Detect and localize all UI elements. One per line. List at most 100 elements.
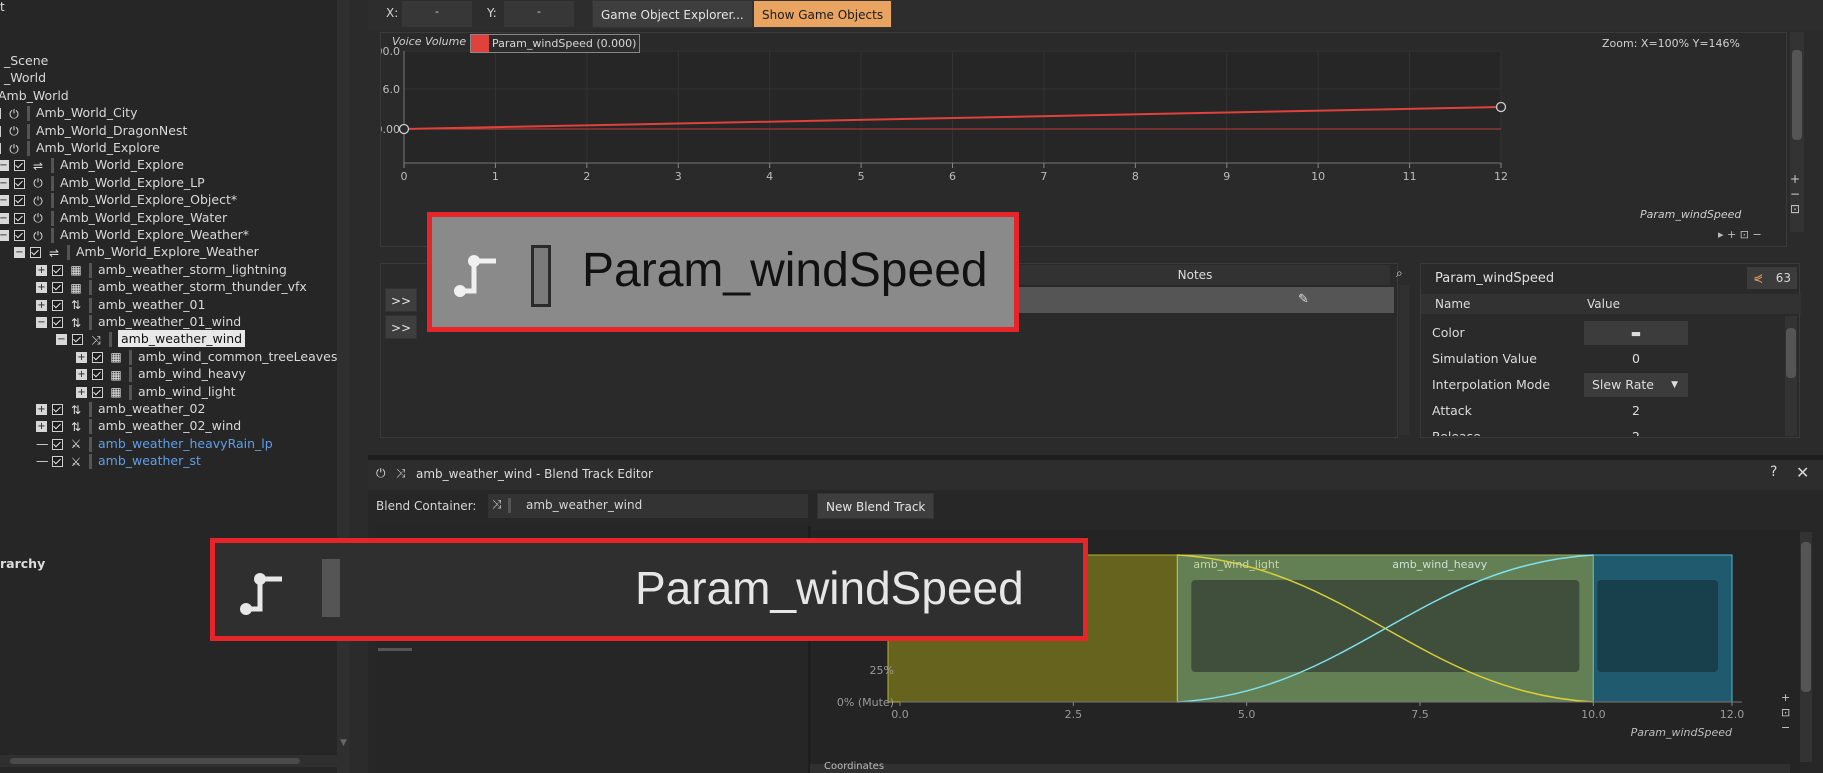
checkbox[interactable] (0, 143, 1, 154)
y-field[interactable]: - (504, 1, 574, 27)
expand-toggle-icon[interactable]: + (36, 264, 47, 276)
checkbox[interactable] (14, 212, 25, 224)
blend-vscroll[interactable] (1800, 532, 1812, 762)
expand-toggle-icon[interactable]: + (76, 351, 87, 363)
graph-vscroll-thumb[interactable] (1792, 50, 1802, 140)
blend-vscroll-thumb[interactable] (1801, 542, 1811, 692)
blend-fit-icon[interactable]: ⊡ (1781, 705, 1790, 720)
checkbox[interactable] (52, 456, 63, 468)
graph-hscroll-controls[interactable]: ▸ + ⊡ − (1718, 228, 1762, 241)
expand-row-button-1[interactable]: >> (385, 288, 417, 312)
expand-toggle-icon[interactable]: + (76, 386, 87, 398)
x-tick-label: 4 (766, 170, 773, 183)
zoom-readout: Zoom: X=100% Y=146% (1602, 37, 1740, 50)
color-bar (129, 367, 132, 383)
checkbox[interactable] (52, 299, 63, 311)
checkbox[interactable] (14, 177, 25, 189)
expand-toggle-icon[interactable]: − (0, 212, 9, 224)
blend-container-field[interactable]: ⤨ amb_weather_wind (488, 494, 808, 518)
control-point[interactable] (398, 123, 410, 135)
checkbox[interactable] (52, 282, 63, 294)
expand-toggle-icon[interactable]: − (56, 334, 67, 346)
release-field[interactable]: 2 (1584, 425, 1688, 436)
edit-notes-icon[interactable]: ✎ (1298, 292, 1309, 307)
coordinates-label: Coordinates (824, 761, 885, 772)
y-tick-label: 25% (870, 664, 894, 677)
expand-toggle-icon[interactable]: + (36, 421, 47, 433)
control-point[interactable] (1495, 101, 1507, 113)
scroll-down-icon[interactable]: ▼ (340, 738, 348, 748)
expand-toggle-icon[interactable]: + (76, 369, 87, 381)
checkbox[interactable] (52, 264, 63, 276)
zoom-out-icon[interactable]: − (1790, 187, 1800, 202)
references-button[interactable]: ⋞ 63 (1747, 267, 1797, 289)
graph-zoom-controls[interactable]: + − ⊡ (1790, 172, 1800, 217)
properties-vscroll-thumb[interactable] (1786, 328, 1796, 378)
checkbox[interactable] (72, 334, 83, 346)
param-tag[interactable]: Param_windSpeed (0.000) (470, 34, 640, 53)
expand-toggle-icon[interactable]: − (0, 160, 9, 172)
expand-toggle-icon[interactable]: − (14, 247, 25, 259)
expand-toggle-icon[interactable]: + (36, 282, 47, 294)
properties-vscroll[interactable] (1785, 316, 1797, 436)
h-zoom-out-icon[interactable]: − (1752, 228, 1761, 241)
x-tick-label: 12.0 (1720, 708, 1745, 721)
expand-row-button-2[interactable]: >> (385, 315, 417, 339)
h-fit-icon[interactable]: ⊡ (1740, 228, 1749, 241)
scroll-right-icon[interactable]: ▸ (1718, 228, 1724, 241)
color-bar (89, 436, 92, 452)
expand-toggle-icon[interactable]: + (36, 299, 47, 311)
blend-zoom-controls[interactable]: + ⊡ − (1781, 690, 1790, 735)
x-field[interactable]: - (402, 1, 472, 27)
checkbox[interactable] (52, 438, 63, 450)
simulation-value-field[interactable]: 0 (1584, 347, 1688, 371)
expand-toggle-icon[interactable]: − (36, 317, 47, 328)
track-light-label: amb_wind_light (1193, 558, 1280, 571)
checkbox[interactable] (52, 404, 63, 415)
rtpc-list-vscroll[interactable] (1399, 285, 1409, 435)
expand-toggle-icon[interactable]: − (0, 177, 9, 189)
hscroll-thumb[interactable] (10, 758, 300, 764)
tree-item[interactable]: — ⚔ amb_weather_st (36, 451, 201, 471)
color-bar (51, 175, 54, 191)
h-zoom-in-icon[interactable]: + (1727, 228, 1736, 241)
fit-icon[interactable]: ⊡ (1790, 202, 1800, 217)
close-icon[interactable]: ✕ (1796, 463, 1809, 482)
checkbox[interactable] (0, 108, 1, 120)
checkbox[interactable] (30, 247, 41, 259)
rtpc-row-selected[interactable] (1000, 287, 1394, 313)
power-icon: ⏻ (376, 466, 386, 480)
checkbox[interactable] (92, 369, 103, 381)
checkbox[interactable] (14, 230, 25, 241)
blend-track-list-handle[interactable] (378, 648, 412, 651)
checkbox[interactable] (14, 195, 25, 207)
expand-toggle-icon[interactable]: − (0, 230, 9, 241)
search-icon[interactable]: ⌕ (1396, 266, 1403, 281)
help-icon[interactable]: ? (1770, 464, 1777, 480)
hierarchy-vscroll[interactable] (337, 0, 349, 773)
color-bar (89, 419, 92, 435)
field-separator (508, 498, 511, 513)
x-tick-label: 7.5 (1411, 708, 1429, 721)
checkbox[interactable] (52, 421, 63, 433)
blend-zoom-in-icon[interactable]: + (1781, 690, 1790, 705)
checkbox[interactable] (52, 317, 63, 328)
attack-field[interactable]: 2 (1584, 399, 1688, 423)
checkbox[interactable] (0, 125, 1, 137)
color-picker[interactable]: ▬ (1584, 321, 1688, 345)
y-tick-label: -0.00 (381, 123, 400, 136)
zoom-in-icon[interactable]: + (1790, 172, 1800, 187)
color-picker-icon: ▬ (1630, 327, 1642, 340)
interpolation-mode-select[interactable]: Slew Rate ▼ (1584, 373, 1688, 397)
new-blend-track-button[interactable]: New Blend Track (817, 493, 935, 519)
blend-zoom-out-icon[interactable]: − (1781, 720, 1790, 735)
show-game-objects-button[interactable]: Show Game Objects (753, 0, 893, 28)
game-object-explorer-button[interactable]: Game Object Explorer... (592, 0, 753, 28)
tree-item-label: amb_weather_01 (98, 296, 206, 312)
checkbox[interactable] (14, 160, 25, 172)
expand-toggle-icon[interactable]: + (36, 404, 47, 415)
expand-toggle-icon[interactable]: − (0, 195, 9, 207)
color-bar (89, 454, 92, 470)
checkbox[interactable] (92, 386, 103, 398)
checkbox[interactable] (92, 351, 103, 363)
